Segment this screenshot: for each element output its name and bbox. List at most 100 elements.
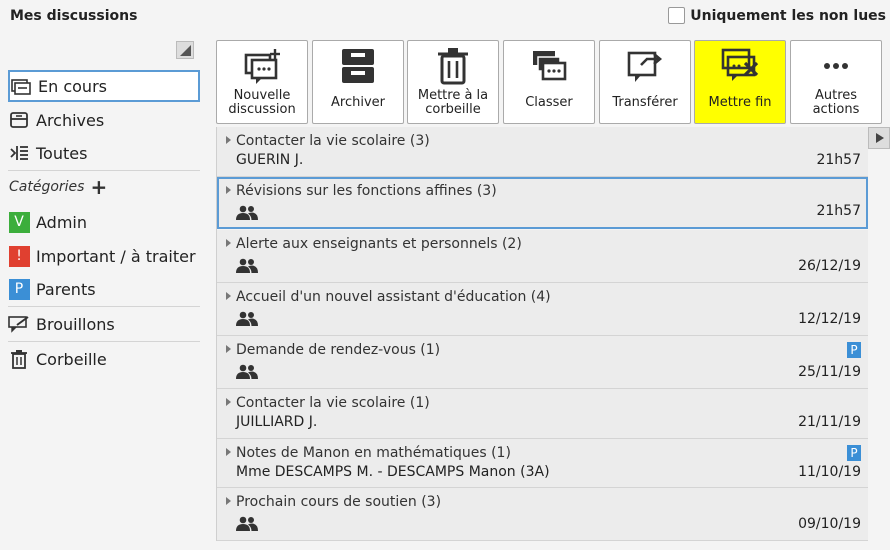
sidebar-item-admin[interactable]: V Admin <box>8 206 200 238</box>
classify-icon <box>529 46 569 86</box>
expand-arrow-icon[interactable] <box>226 136 231 144</box>
archive-button[interactable]: Archiver <box>312 40 404 124</box>
toolbar-button-label: Classer <box>525 95 573 110</box>
discussion-subject: Contacter la vie scolaire (1) <box>236 395 430 411</box>
inbox-icon <box>10 76 32 96</box>
list-icon <box>8 143 30 163</box>
group-icon <box>236 205 258 225</box>
discussion-row[interactable]: Prochain cours de soutien (3) 09/10/19 <box>217 488 868 541</box>
group-icon <box>236 258 258 278</box>
discussion-date: 25/11/19 <box>798 364 861 380</box>
end-discussion-icon <box>720 46 760 86</box>
archive-icon <box>8 110 30 130</box>
sidebar-item-label: Admin <box>36 212 87 232</box>
unread-only-toggle[interactable]: Uniquement les non lues <box>668 7 886 24</box>
discussion-row[interactable]: Contacter la vie scolaire (1) JUILLIARD … <box>217 389 868 439</box>
unread-only-label: Uniquement les non lues <box>690 7 886 24</box>
sidebar-divider <box>8 170 200 171</box>
discussion-subject: Notes de Manon en mathématiques (1) <box>236 445 511 461</box>
page-header: Mes discussions Uniquement les non lues <box>0 0 890 32</box>
toolbar-button-label: Archiver <box>331 95 385 110</box>
toolbar-button-label: Nouvelle discussion <box>228 88 296 117</box>
sidebar-item-label: Toutes <box>36 143 88 163</box>
sidebar-item-label: Important / à traiter <box>36 246 196 266</box>
expand-arrow-icon[interactable] <box>226 497 231 505</box>
discussion-date: 21/11/19 <box>798 414 861 430</box>
forward-icon <box>625 46 665 86</box>
discussion-subject: Prochain cours de soutien (3) <box>236 494 442 510</box>
discussion-row[interactable]: Alerte aux enseignants et personnels (2)… <box>217 230 868 283</box>
end-discussion-button[interactable]: Mettre fin <box>694 40 786 124</box>
discussion-list: Contacter la vie scolaire (3) GUERIN J. … <box>216 127 868 541</box>
expand-arrow-icon[interactable] <box>226 292 231 300</box>
category-badge-wrap: P <box>8 278 30 300</box>
new-discussion-icon <box>242 46 282 86</box>
discussion-subject: Révisions sur les fonctions affines (3) <box>236 183 497 199</box>
discussion-row[interactable]: Accueil d'un nouvel assistant d'éducatio… <box>217 283 868 336</box>
sidebar-item-label: En cours <box>38 76 107 96</box>
sidebar-item-label: Parents <box>36 279 96 299</box>
sidebar-item-label: Archives <box>36 110 105 130</box>
unread-only-checkbox[interactable] <box>668 7 686 24</box>
toolbar-button-label: Transférer <box>612 95 678 110</box>
discussion-participants: GUERIN J. <box>236 152 304 168</box>
discussion-subject: Demande de rendez-vous (1) <box>236 342 441 358</box>
discussion-row[interactable]: Contacter la vie scolaire (3) GUERIN J. … <box>217 127 868 177</box>
sidebar-item-archives[interactable]: Archives <box>8 104 200 136</box>
sidebar-item-toutes[interactable]: Toutes <box>8 137 200 169</box>
sidebar-item-brouillons[interactable]: Brouillons <box>8 308 200 340</box>
group-icon <box>236 311 258 331</box>
categories-heading: Catégories + <box>9 177 107 197</box>
expand-arrow-icon[interactable] <box>226 186 231 194</box>
page-title: Mes discussions <box>10 8 138 24</box>
discussion-date: 21h57 <box>816 152 861 168</box>
group-icon <box>236 516 258 536</box>
sidebar: En cours Archives Toutes Catégories + V … <box>0 36 210 550</box>
trash-icon <box>435 46 471 86</box>
sidebar-divider <box>8 306 200 307</box>
discussion-date: 26/12/19 <box>798 258 861 274</box>
category-badge-parents: P <box>847 342 861 358</box>
category-badge-important: ! <box>8 245 30 267</box>
discussion-subject: Accueil d'un nouvel assistant d'éducatio… <box>236 289 551 305</box>
forward-button[interactable]: Transférer <box>599 40 691 124</box>
collapse-sidebar-button[interactable] <box>176 41 194 59</box>
toolbar: Nouvelle discussion Archiver Mettre à la… <box>216 40 883 124</box>
category-badge-parents: P <box>847 445 861 461</box>
expand-arrow-icon[interactable] <box>226 345 231 353</box>
categories-label: Catégories <box>9 179 85 195</box>
discussion-date: 11/10/19 <box>798 464 861 480</box>
add-category-button[interactable]: + <box>90 177 107 197</box>
sidebar-item-label: Brouillons <box>36 314 115 334</box>
expand-arrow-icon[interactable] <box>226 448 231 456</box>
discussion-date: 09/10/19 <box>798 516 861 532</box>
discussion-subject: Contacter la vie scolaire (3) <box>236 133 430 149</box>
classify-button[interactable]: Classer <box>503 40 595 124</box>
draft-icon <box>8 314 30 334</box>
expand-arrow-icon[interactable] <box>226 239 231 247</box>
trash-icon <box>8 349 30 369</box>
category-badge-parents: P <box>8 278 30 300</box>
discussion-subject: Alerte aux enseignants et personnels (2) <box>236 236 522 252</box>
toolbar-button-label: Mettre à la corbeille <box>417 88 489 117</box>
toolbar-button-label: Autres actions <box>812 88 860 117</box>
sidebar-item-important[interactable]: ! Important / à traiter <box>8 240 200 272</box>
discussion-date: 12/12/19 <box>798 311 861 327</box>
discussion-row[interactable]: Notes de Manon en mathématiques (1) P Mm… <box>217 439 868 488</box>
sidebar-item-en-cours[interactable]: En cours <box>8 70 200 102</box>
expand-preview-button[interactable] <box>868 127 890 149</box>
discussion-date: 21h57 <box>816 203 861 219</box>
discussion-row[interactable]: Demande de rendez-vous (1) P 25/11/19 <box>217 336 868 389</box>
sidebar-item-parents[interactable]: P Parents <box>8 273 200 305</box>
category-badge-wrap: ! <box>8 245 30 267</box>
discussion-participants: Mme DESCAMPS M. - DESCAMPS Manon (3A) <box>236 464 550 480</box>
category-badge-admin: V <box>8 211 30 233</box>
move-to-trash-button[interactable]: Mettre à la corbeille <box>407 40 499 124</box>
expand-arrow-icon[interactable] <box>226 398 231 406</box>
sidebar-item-label: Corbeille <box>36 349 107 369</box>
group-icon <box>236 364 258 384</box>
new-discussion-button[interactable]: Nouvelle discussion <box>216 40 308 124</box>
discussion-row[interactable]: Révisions sur les fonctions affines (3) … <box>217 177 868 229</box>
more-actions-button[interactable]: Autres actions <box>790 40 882 124</box>
sidebar-item-corbeille[interactable]: Corbeille <box>8 343 200 375</box>
